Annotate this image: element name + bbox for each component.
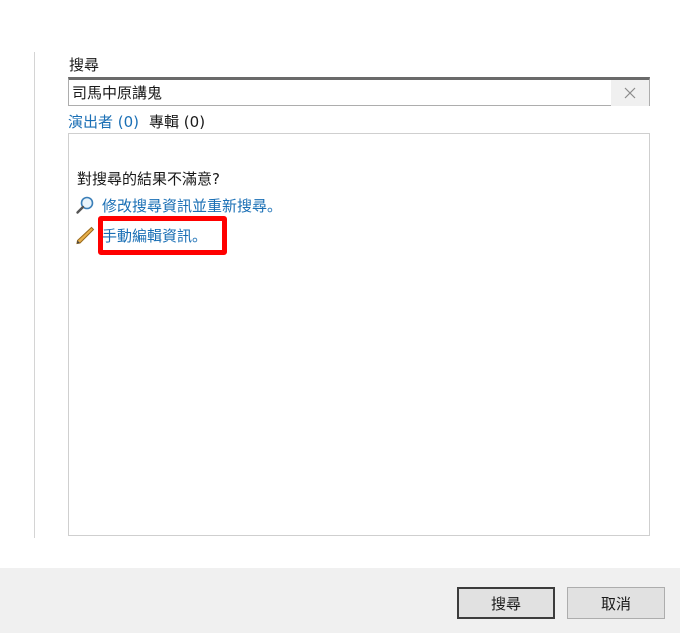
- close-icon: [624, 87, 636, 99]
- tab-performers[interactable]: 演出者 (0): [68, 111, 139, 132]
- result-tabs: 演出者 (0) 專輯 (0): [68, 111, 205, 132]
- highlight-box: [98, 216, 227, 255]
- left-divider: [34, 52, 35, 538]
- results-panel: 對搜尋的結果不滿意? 修改搜尋資訊並重新搜尋。 手動編輯資訊。: [68, 133, 650, 536]
- pencil-icon: [76, 226, 95, 245]
- magnifier-icon: [76, 196, 94, 214]
- search-box[interactable]: [68, 77, 650, 106]
- cancel-button[interactable]: 取消: [567, 587, 665, 619]
- dialog-footer: 搜尋 取消: [0, 568, 680, 633]
- tab-albums[interactable]: 專輯 (0): [149, 111, 205, 132]
- search-button[interactable]: 搜尋: [457, 587, 555, 619]
- search-label: 搜尋: [69, 56, 100, 74]
- unsatisfied-prompt: 對搜尋的結果不滿意?: [77, 170, 220, 188]
- modify-search-action[interactable]: 修改搜尋資訊並重新搜尋。: [75, 193, 282, 217]
- search-input[interactable]: [72, 81, 608, 104]
- modify-search-link[interactable]: 修改搜尋資訊並重新搜尋。: [102, 195, 282, 216]
- clear-search-button[interactable]: [611, 80, 649, 106]
